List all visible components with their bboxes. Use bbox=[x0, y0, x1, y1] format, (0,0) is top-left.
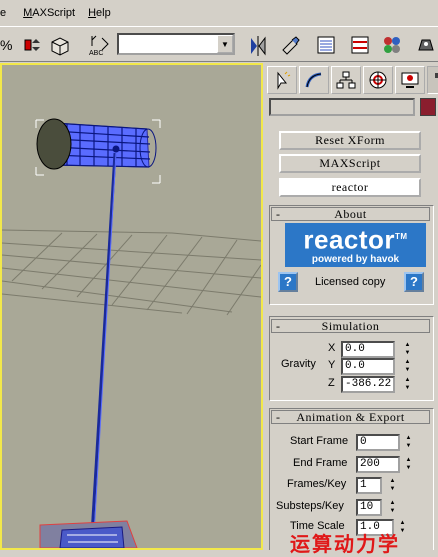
reactor-button[interactable]: reactor bbox=[279, 178, 421, 197]
substeps-key-field[interactable]: 10 bbox=[356, 499, 382, 516]
hierarchy-icon bbox=[336, 71, 356, 89]
named-selection-dropdown[interactable]: ▼ bbox=[117, 33, 235, 55]
animation-export-rollout-title: Animation & Export bbox=[296, 410, 405, 424]
gravity-x-spinner[interactable]: ▲ ▼ bbox=[403, 341, 412, 358]
align-icon[interactable] bbox=[278, 33, 302, 57]
svg-text:%: % bbox=[0, 37, 12, 53]
main-toolbar: % ABC ▼ bbox=[0, 26, 438, 62]
percent-snap-icon[interactable]: % bbox=[0, 33, 20, 57]
gravity-x-field[interactable]: 0.0 bbox=[341, 341, 395, 358]
utilities-hammer-icon bbox=[435, 73, 438, 78]
end-frame-label: End Frame bbox=[293, 457, 348, 469]
viewport-scene bbox=[2, 118, 261, 548]
gravity-z-field[interactable]: -386.22 bbox=[341, 376, 395, 393]
watermark-text: 运算动力学 bbox=[290, 534, 400, 556]
display-monitor-icon bbox=[401, 72, 419, 88]
named-selection-icon[interactable]: ABC bbox=[86, 33, 114, 57]
substeps-key-spinner[interactable]: ▲ ▼ bbox=[388, 499, 397, 516]
end-frame-spinner[interactable]: ▲ ▼ bbox=[404, 456, 413, 473]
display-tab[interactable] bbox=[395, 66, 425, 94]
start-frame-field[interactable]: 0 bbox=[356, 434, 400, 451]
collapse-icon: - bbox=[276, 207, 281, 221]
mirror-icon[interactable] bbox=[246, 33, 270, 57]
about-rollout-title: About bbox=[334, 207, 367, 221]
simulation-rollout-header[interactable]: - Simulation bbox=[271, 319, 430, 333]
rope-object[interactable] bbox=[90, 152, 117, 536]
menu-maxscript[interactable]: MAXScript bbox=[15, 7, 84, 19]
menu-help[interactable]: Help bbox=[84, 7, 120, 19]
gravity-x-label: X bbox=[328, 342, 336, 354]
utilities-rollouts[interactable]: Reset XForm MAXScript reactor - About re… bbox=[263, 121, 438, 550]
object-name-field[interactable] bbox=[269, 98, 415, 116]
base-object[interactable] bbox=[39, 520, 138, 548]
modify-tab[interactable] bbox=[299, 66, 329, 94]
render-icon[interactable] bbox=[414, 33, 438, 57]
modify-curve-icon bbox=[305, 72, 322, 88]
simulation-rollout: - Simulation Gravity X 0.0 ▲ ▼ Y 0.0 ▲ ▼ Z… bbox=[269, 316, 434, 401]
command-panel: Reset XForm MAXScript reactor - About re… bbox=[263, 63, 438, 550]
gravity-label: Gravity bbox=[281, 358, 316, 370]
start-frame-spinner[interactable]: ▲ ▼ bbox=[404, 434, 413, 451]
collapse-icon: - bbox=[276, 410, 281, 424]
material-editor-icon[interactable] bbox=[380, 33, 404, 57]
dropdown-arrow-icon[interactable]: ▼ bbox=[217, 35, 233, 53]
about-rollout: - About reactorTM powered by havok ? Lic… bbox=[269, 205, 434, 305]
perspective-viewport[interactable] bbox=[0, 63, 263, 550]
svg-text:ABC: ABC bbox=[89, 50, 103, 57]
menu-help-mnemonic: H bbox=[88, 7, 97, 19]
start-frame-label: Start Frame bbox=[290, 435, 349, 447]
menu-edit[interactable]: e bbox=[0, 7, 15, 19]
reactor-logo-subtitle: powered by havok bbox=[311, 253, 400, 265]
menu-maxscript-rest: AXScript bbox=[32, 7, 76, 19]
command-panel-tabs bbox=[267, 66, 438, 94]
motion-wheel-icon bbox=[369, 71, 387, 89]
menu-maxscript-mnemonic: M bbox=[23, 7, 33, 19]
menu-help-rest: elp bbox=[96, 7, 111, 19]
home-grid bbox=[2, 229, 261, 316]
menu-bar: e MAXScript Help bbox=[0, 0, 438, 26]
help-right-button[interactable]: ? bbox=[404, 272, 424, 292]
spinner-snap-icon[interactable] bbox=[20, 33, 44, 57]
end-frame-field[interactable]: 200 bbox=[356, 456, 400, 473]
animation-export-rollout-header[interactable]: - Animation & Export bbox=[271, 410, 430, 424]
gravity-z-label: Z bbox=[328, 377, 335, 389]
utilities-tab[interactable] bbox=[427, 66, 438, 94]
motion-tab[interactable] bbox=[363, 66, 393, 94]
gravity-y-label: Y bbox=[328, 359, 336, 371]
gravity-y-spinner[interactable]: ▲ ▼ bbox=[403, 358, 412, 375]
frames-key-label: Frames/Key bbox=[287, 478, 347, 490]
curve-editor-icon[interactable] bbox=[348, 33, 372, 57]
object-color-swatch[interactable] bbox=[420, 98, 436, 116]
about-rollout-header[interactable]: - About bbox=[271, 207, 430, 221]
substeps-key-label: Substeps/Key bbox=[276, 500, 344, 512]
reactor-logo: reactorTM powered by havok bbox=[285, 223, 426, 267]
create-tab[interactable] bbox=[267, 66, 297, 94]
layer-manager-icon[interactable] bbox=[314, 33, 338, 57]
licensed-copy-text: Licensed copy bbox=[315, 276, 386, 288]
collapse-icon: - bbox=[276, 319, 281, 333]
hierarchy-tab[interactable] bbox=[331, 66, 361, 94]
gravity-z-spinner[interactable]: ▲ ▼ bbox=[403, 376, 412, 393]
frames-key-field[interactable]: 1 bbox=[356, 477, 382, 494]
cylinder-object[interactable] bbox=[35, 118, 161, 184]
help-left-button[interactable]: ? bbox=[278, 272, 298, 292]
reset-xform-button[interactable]: Reset XForm bbox=[279, 131, 421, 150]
reactor-logo-title: reactorTM bbox=[303, 224, 408, 255]
box-icon[interactable] bbox=[48, 33, 72, 57]
maxscript-button[interactable]: MAXScript bbox=[279, 154, 421, 173]
create-cursor-icon bbox=[277, 71, 291, 90]
gravity-y-field[interactable]: 0.0 bbox=[341, 358, 395, 375]
simulation-rollout-title: Simulation bbox=[321, 319, 380, 333]
frames-key-spinner[interactable]: ▲ ▼ bbox=[388, 477, 397, 494]
